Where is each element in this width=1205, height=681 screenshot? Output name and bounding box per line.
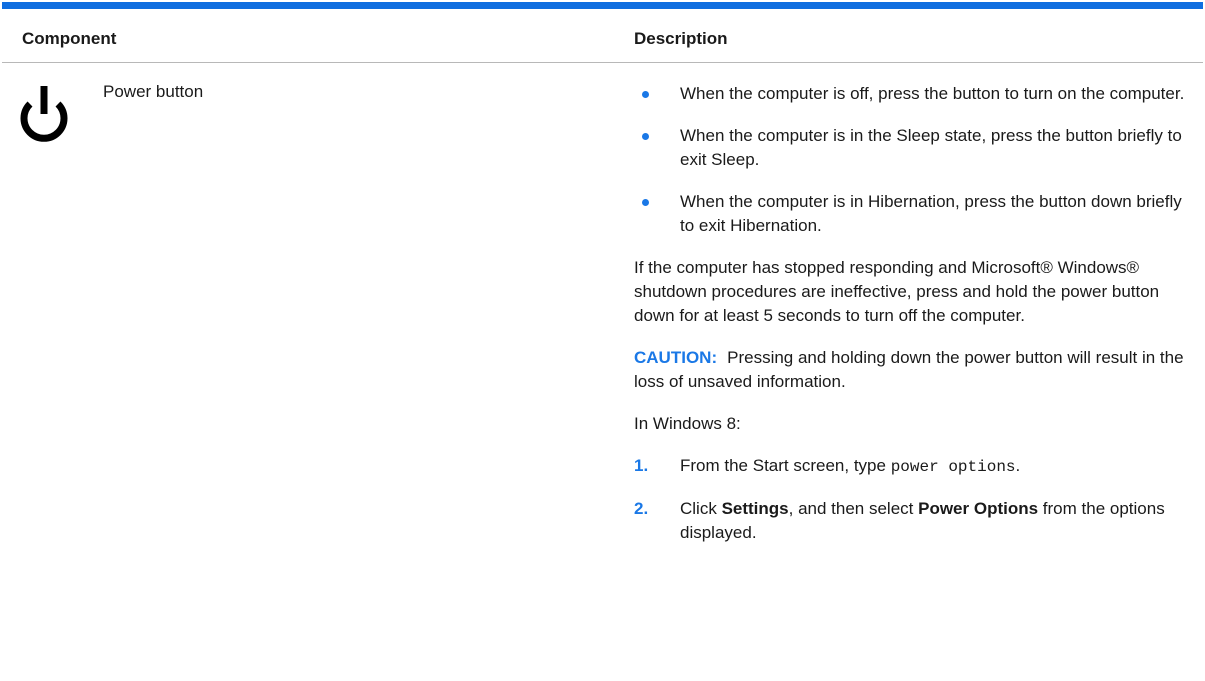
step-text-before: Click: [680, 499, 722, 518]
header-description: Description: [634, 29, 728, 48]
bullet-text: When the computer is in Hibernation, pre…: [680, 192, 1182, 235]
bullet-dot: [642, 133, 649, 140]
table-header: Component Description: [0, 9, 1205, 63]
step-item: 1. From the Start screen, type power opt…: [634, 454, 1194, 479]
document-page: Component Description Power button When …: [0, 0, 1205, 681]
step-bold-settings: Settings: [721, 499, 789, 518]
description-cell: When the computer is off, press the butt…: [634, 82, 1194, 563]
bullet-item: When the computer is in Hibernation, pre…: [634, 190, 1194, 238]
step-list: 1. From the Start screen, type power opt…: [634, 454, 1194, 545]
step-text-after: .: [1015, 456, 1021, 475]
step-bold-power-options: Power Options: [918, 499, 1039, 518]
caution-label: CAUTION:: [634, 348, 718, 367]
header-component: Component: [22, 29, 117, 48]
step-text-before: From the Start screen, type: [680, 456, 891, 475]
bullet-item: When the computer is off, press the butt…: [634, 82, 1194, 106]
step-item: 2. Click Settings, and then select Power…: [634, 497, 1194, 545]
step-number: 2.: [634, 499, 649, 518]
step-number: 1.: [634, 456, 649, 475]
bullet-item: When the computer is in the Sleep state,…: [634, 124, 1194, 172]
bullet-text: When the computer is in the Sleep state,…: [680, 126, 1182, 169]
bullet-dot: [642, 199, 649, 206]
power-icon: [16, 82, 72, 150]
bullet-text: When the computer is off, press the butt…: [680, 84, 1185, 103]
shutdown-paragraph: If the computer has stopped responding a…: [634, 258, 1160, 325]
bullet-dot: [642, 91, 649, 98]
step-code: power options: [890, 458, 1016, 476]
caution-note: CAUTION: Pressing and holding down the po…: [634, 346, 1194, 394]
top-blue-rule: [2, 2, 1203, 9]
bullet-list: When the computer is off, press the butt…: [634, 82, 1194, 238]
component-name: Power button: [103, 82, 204, 101]
header-divider: [2, 62, 1203, 63]
windows-intro: In Windows 8:: [634, 414, 741, 433]
step-text-middle: , and then select: [788, 499, 919, 518]
